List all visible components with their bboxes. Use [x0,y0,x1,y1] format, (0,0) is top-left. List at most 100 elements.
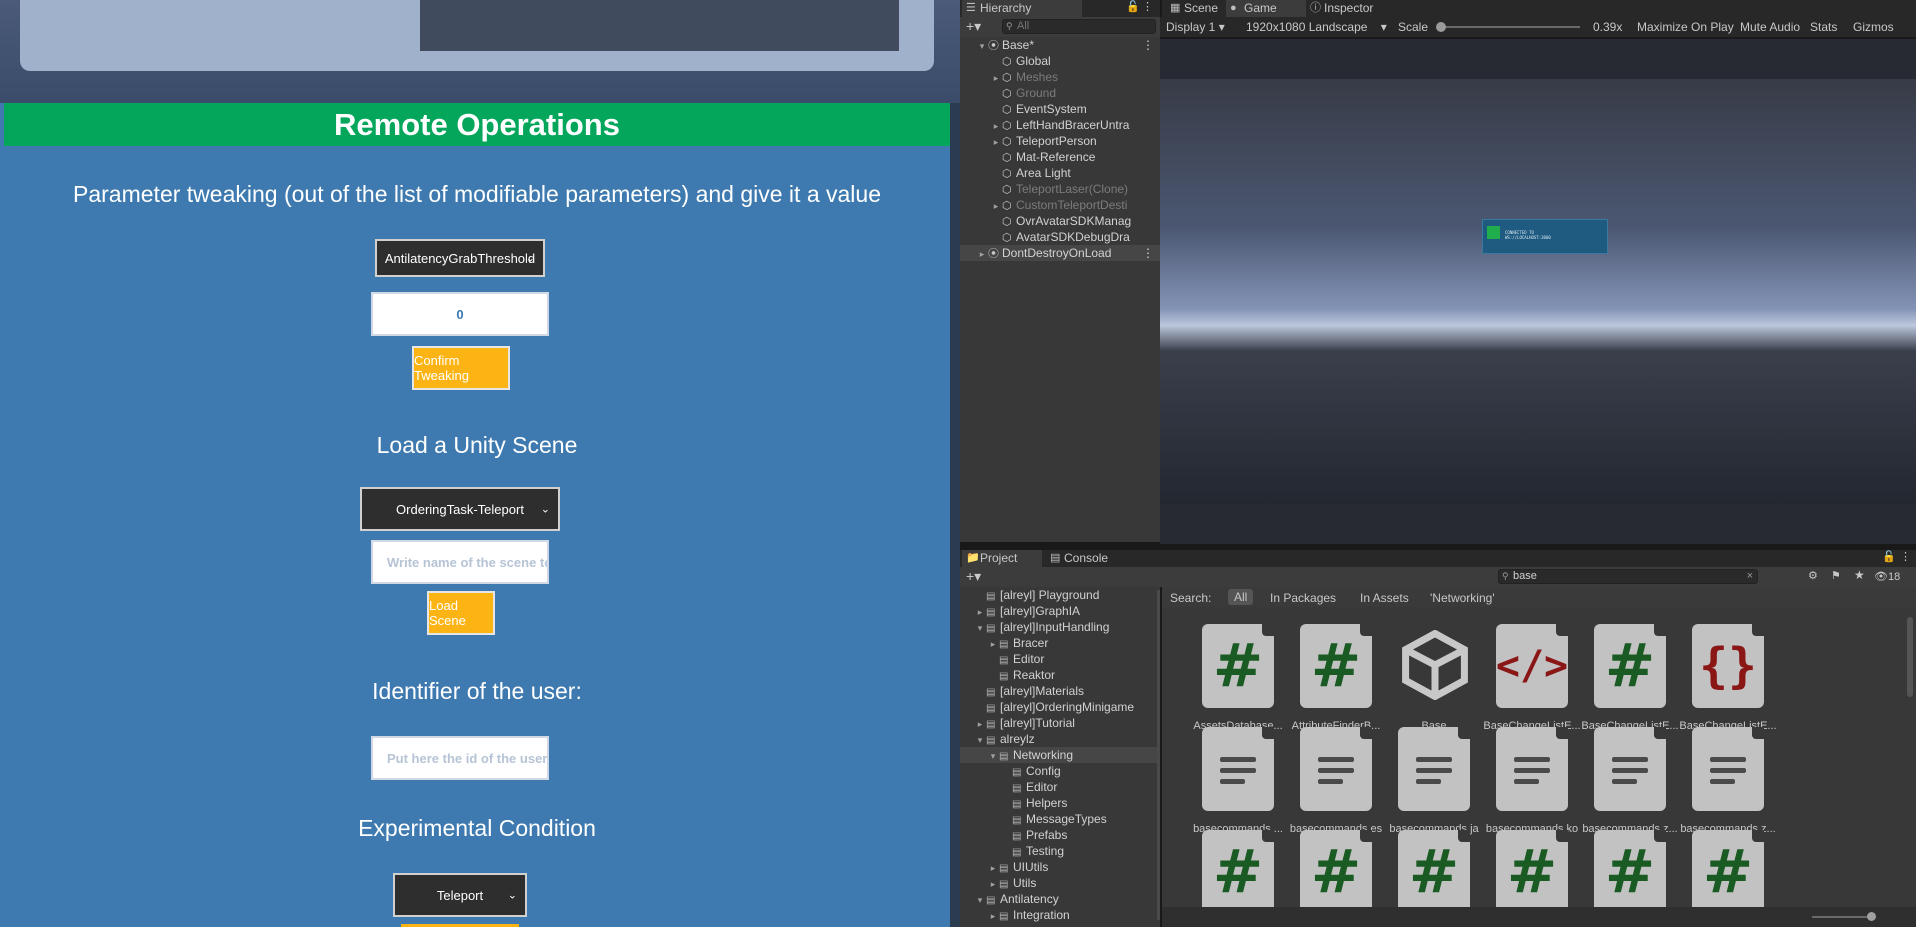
chevron-right-icon[interactable]: ▸ [990,118,1002,134]
menu-icon[interactable]: ⋮ [1142,0,1153,13]
chevron-right-icon[interactable]: ▸ [990,198,1002,214]
project-folder[interactable]: ▤ [alreyl] Playground [960,587,1160,603]
project-tabbar: 📁 Project ▤ Console 🔓 ⋮ [960,550,1916,567]
hierarchy-item[interactable]: ⬡ Mat-Reference [960,149,1160,165]
param-select[interactable]: AntilatencyGrabThreshold ⌄ [375,239,545,277]
chevron-right-icon[interactable]: ▸ [987,636,999,652]
favorite-icon[interactable]: ★ [1854,568,1865,582]
user-id-input[interactable]: Put here the id of the user, to [371,736,549,780]
asset-item[interactable]: {} BaseChangeListE... [1660,624,1780,734]
project-search-input[interactable]: ⚲ base × [1498,569,1758,584]
hierarchy-item[interactable]: ▸ ⬡ Meshes [960,69,1160,85]
chevron-down-icon[interactable]: ▾ [974,620,986,636]
game-view-area[interactable]: CONNECTED TO WS://LOCALHOST:3000 [1160,39,1916,544]
project-folder[interactable]: ▸ ▤ Bracer [960,635,1160,651]
add-icon[interactable]: +▾ [966,18,981,35]
menu-icon[interactable]: ⋮ [1142,37,1154,53]
menu-icon[interactable]: ⋮ [1142,245,1154,261]
stats-toggle[interactable]: Stats [1810,20,1837,34]
scale-slider[interactable] [1436,22,1580,32]
project-folder[interactable]: ▤ [alreyl]Materials [960,683,1160,699]
chevron-right-icon[interactable]: ▸ [974,604,986,620]
hierarchy-item[interactable]: ⬡ Global [960,53,1160,69]
project-folder[interactable]: ▤ Config [960,763,1160,779]
project-folder[interactable]: ▤ Testing [960,843,1160,859]
project-folder[interactable]: ▾ ▤ [alreyl]InputHandling [960,619,1160,635]
tab-inspector[interactable]: ⓘ Inspector [1306,0,1396,17]
assets-scrollbar[interactable] [1907,617,1913,697]
project-folder[interactable]: ▾ ▤ Networking [960,747,1160,763]
condition-select[interactable]: Teleport ⌄ [393,873,527,917]
lock-icon[interactable]: 🔓 [1126,0,1140,13]
project-folder[interactable]: ▾ ▤ alreylz [960,731,1160,747]
icon-size-slider[interactable] [1812,912,1876,921]
tab-console[interactable]: ▤ Console [1046,550,1126,567]
chevron-right-icon[interactable]: ▸ [987,908,999,924]
project-folder[interactable]: ▤ Reaktor [960,667,1160,683]
tree-scrollbar[interactable] [1157,590,1160,920]
param-value-input[interactable]: 0 [371,292,549,336]
project-folder[interactable]: ▤ Prefabs [960,827,1160,843]
clear-icon[interactable]: × [1747,570,1753,583]
tab-scene[interactable]: ▦ Scene [1166,0,1226,17]
hierarchy-item[interactable]: ⬡ EventSystem [960,101,1160,117]
chevron-right-icon[interactable]: ▸ [990,70,1002,86]
gizmos-dropdown[interactable]: Gizmos [1853,20,1894,34]
menu-icon[interactable]: ⋮ [1900,550,1911,563]
project-folder[interactable]: ▤ Editor [960,651,1160,667]
project-folder[interactable]: ▤ Editor [960,779,1160,795]
project-folder[interactable]: ▸ ▤ Integration [960,907,1160,923]
hierarchy-search-input[interactable]: ⚲ All [1002,19,1156,34]
hierarchy-item[interactable]: ▾ ⦿ Base* ⋮ [960,37,1160,53]
project-folder[interactable]: ▸ ▤ Utils [960,875,1160,891]
tab-project[interactable]: 📁 Project [962,550,1042,567]
hierarchy-item[interactable]: ⬡ Ground [960,85,1160,101]
filter-in-assets[interactable]: In Assets [1360,591,1409,605]
hidden-count[interactable]: 👁18 [1874,570,1900,583]
scene-select[interactable]: OrderingTask-Teleport ⌄ [360,487,560,531]
project-folder[interactable]: ▤ Helpers [960,795,1160,811]
load-scene-button[interactable]: Load Scene [427,591,495,635]
asset-item[interactable]: basecommands.z... [1660,727,1780,837]
scale-slider-handle[interactable] [1436,22,1446,32]
chevron-down-icon[interactable]: ▾ [974,892,986,908]
chevron-down-icon[interactable]: ▾ [974,732,986,748]
chevron-down-icon[interactable]: ▾ [976,38,988,54]
chevron-right-icon[interactable]: ▸ [987,876,999,892]
tab-game[interactable]: ● Game [1226,0,1306,17]
hierarchy-item[interactable]: ⬡ OvrAvatarSDKManag [960,213,1160,229]
display-dropdown[interactable]: Display 1 ▾ [1166,20,1225,34]
lock-icon[interactable]: 🔓 [1882,550,1896,563]
filter-all[interactable]: All [1228,589,1254,605]
hierarchy-item[interactable]: ⬡ AvatarSDKDebugDra [960,229,1160,245]
tab-hierarchy[interactable]: ☰ Hierarchy [962,0,1082,17]
scene-name-input[interactable]: Write name of the scene to lo [371,540,549,584]
hierarchy-item[interactable]: ▸ ⦿ DontDestroyOnLoad ⋮ [960,245,1160,261]
project-folder[interactable]: ▤ MessageTypes [960,811,1160,827]
filter-networking[interactable]: 'Networking' [1430,591,1495,605]
hierarchy-item[interactable]: ⬡ Area Light [960,165,1160,181]
chevron-right-icon[interactable]: ▸ [976,246,988,262]
project-folder[interactable]: ▸ ▤ UIUtils [960,859,1160,875]
type-filter-icon[interactable]: ⚙ [1808,569,1818,582]
hierarchy-item[interactable]: ▸ ⬡ LeftHandBracerUntra [960,117,1160,133]
filter-in-packages[interactable]: In Packages [1270,591,1336,605]
mute-audio-toggle[interactable]: Mute Audio [1740,20,1800,34]
chevron-right-icon[interactable]: ▸ [987,860,999,876]
chevron-right-icon[interactable]: ▸ [974,716,986,732]
hierarchy-item[interactable]: ▸ ⬡ CustomTeleportDesti [960,197,1160,213]
hierarchy-item[interactable]: ⬡ TeleportLaser(Clone) [960,181,1160,197]
maximize-on-play-toggle[interactable]: Maximize On Play [1637,20,1734,34]
add-icon[interactable]: +▾ [966,568,981,585]
project-folder[interactable]: ▸ ▤ [alreyl]Tutorial [960,715,1160,731]
icon-size-handle[interactable] [1867,912,1876,921]
project-folder[interactable]: ▾ ▤ Antilatency [960,891,1160,907]
chevron-right-icon[interactable]: ▸ [990,134,1002,150]
hierarchy-item[interactable]: ▸ ⬡ TeleportPerson [960,133,1160,149]
label-filter-icon[interactable]: ⚑ [1831,569,1841,582]
chevron-down-icon[interactable]: ▾ [987,748,999,764]
resolution-dropdown[interactable]: 1920x1080 Landscape ▾ [1246,20,1387,34]
project-folder[interactable]: ▤ [alreyl]OrderingMinigame [960,699,1160,715]
confirm-tweaking-button[interactable]: Confirm Tweaking [412,346,510,390]
project-folder[interactable]: ▸ ▤ [alreyl]GraphIA [960,603,1160,619]
